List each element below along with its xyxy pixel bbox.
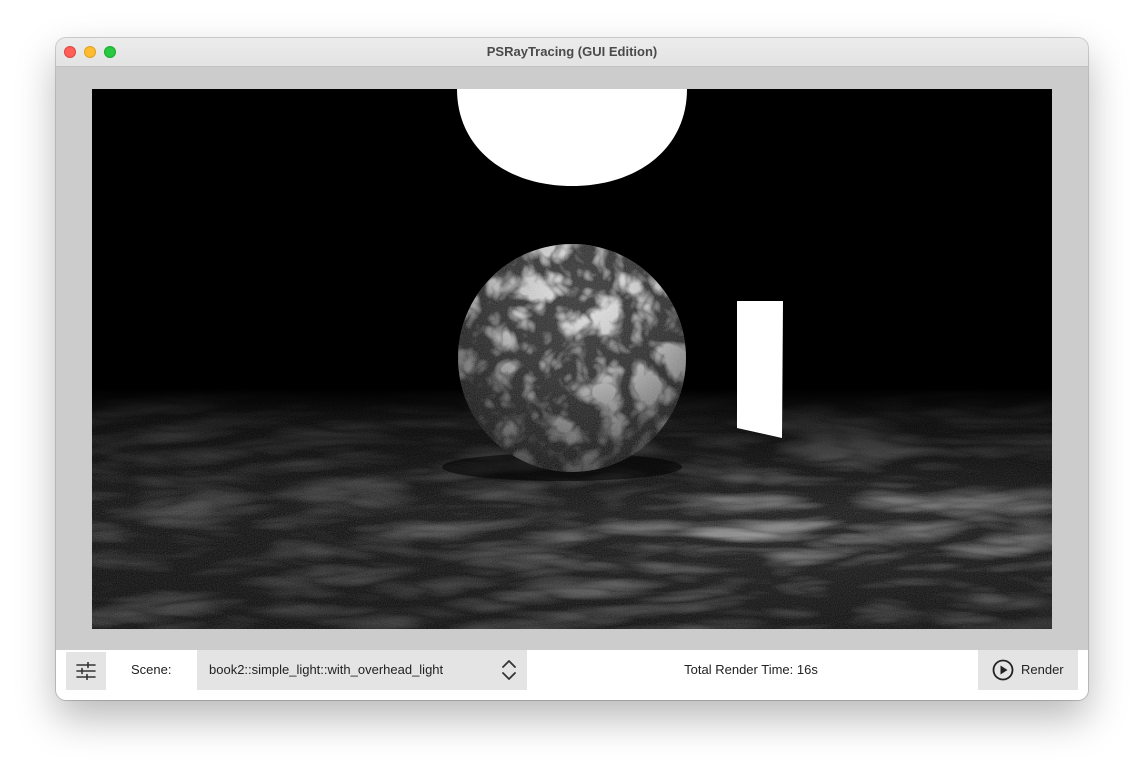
window-title: PSRayTracing (GUI Edition) (486, 44, 658, 59)
render-preview (92, 89, 1052, 629)
maximize-window-button[interactable] (104, 46, 116, 58)
sliders-icon (76, 662, 96, 680)
scene-select-value: book2::simple_light::with_overhead_light (209, 662, 444, 677)
scene-select[interactable]: book2::simple_light::with_overhead_light (197, 650, 527, 690)
close-window-button[interactable] (64, 46, 76, 58)
scene-label: Scene: (131, 662, 172, 677)
render-settings-button[interactable] (66, 652, 106, 690)
app-window: PSRayTracing (GUI Edition) Scene: book2:… (56, 38, 1088, 700)
minimize-window-button[interactable] (84, 46, 96, 58)
rendered-image (92, 89, 1052, 629)
bottom-toolbar: Scene: book2::simple_light::with_overhea… (56, 650, 1088, 700)
rect-light (737, 301, 783, 438)
chevron-up-down-icon (502, 660, 516, 680)
render-button-label: Render (1021, 662, 1064, 677)
render-time-status: Total Render Time: 16s (684, 662, 818, 677)
render-button[interactable]: Render (978, 650, 1078, 690)
play-circle-icon (992, 659, 1014, 681)
title-bar[interactable]: PSRayTracing (GUI Edition) (56, 38, 1088, 67)
